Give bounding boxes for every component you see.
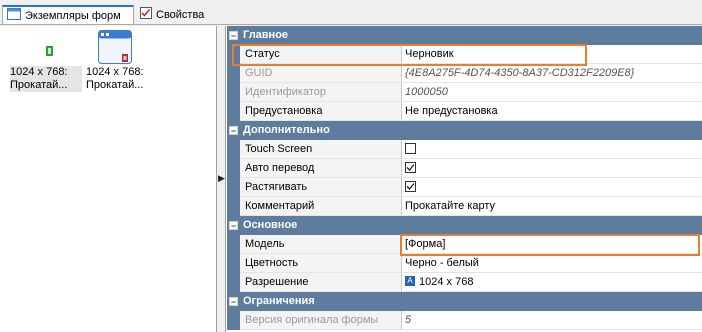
prop-name: Предустановка xyxy=(240,102,402,121)
form-instances-panel: 1024 x 768: Прокатай... 1024 x 768: Прок… xyxy=(0,26,217,332)
prop-id[interactable]: Идентификатор 1000050 xyxy=(227,83,702,102)
collapse-icon[interactable]: − xyxy=(229,221,238,231)
small-form-icon xyxy=(46,46,53,59)
prop-resolution[interactable]: Разрешение A 1024 x 768 xyxy=(227,273,702,292)
prop-guid[interactable]: GUID {4E8A275F-4D74-4350-8A37-CD312F2209… xyxy=(227,64,702,83)
prop-value: 5 xyxy=(403,311,702,330)
prop-original-version[interactable]: Версия оригинала формы 5 xyxy=(227,311,702,330)
category-label: Главное xyxy=(243,29,289,41)
prop-comment[interactable]: Комментарий Прокатайте карту xyxy=(227,197,702,216)
prop-value: 1000050 xyxy=(403,83,702,102)
prop-value[interactable]: Черно - белый xyxy=(403,254,702,273)
stretch-checkbox[interactable] xyxy=(405,180,416,192)
prop-name: Статус xyxy=(240,45,402,64)
instance-label-line1: 1024 x 768: xyxy=(10,66,82,79)
prop-preset[interactable]: Предустановка Не предустановка xyxy=(227,102,702,121)
prop-color[interactable]: Цветность Черно - белый xyxy=(227,254,702,273)
panel-splitter[interactable]: ▶ xyxy=(217,26,226,332)
prop-value: {4E8A275F-4D74-4350-8A37-CD312F2209E8} xyxy=(403,64,702,83)
prop-name: Цветность xyxy=(240,254,402,273)
instance-item[interactable]: 1024 x 768: Прокатай... xyxy=(86,30,158,92)
instance-label-line2: Прокатай... xyxy=(10,79,82,92)
tab-form-instances[interactable]: Экземпляры форм xyxy=(2,5,134,24)
collapse-icon[interactable]: − xyxy=(229,297,238,307)
prop-name: Растягивать xyxy=(240,178,402,197)
prop-name: GUID xyxy=(240,64,402,83)
prop-value[interactable]: Прокатайте карту xyxy=(403,197,702,216)
tab-bar: Экземпляры форм Свойства xyxy=(0,0,702,26)
prop-value[interactable]: [Форма] xyxy=(403,235,702,254)
instance-label-line1: 1024 x 768: xyxy=(86,66,144,78)
category-label: Ограничения xyxy=(243,295,315,307)
property-grid: − Главное Статус Черновик GUID {4E8A275F… xyxy=(227,26,702,332)
tab-label: Экземпляры форм xyxy=(25,9,121,22)
collapse-icon[interactable]: − xyxy=(229,126,238,136)
prop-touch-screen[interactable]: Touch Screen xyxy=(227,140,702,159)
auto-translate-checkbox[interactable] xyxy=(405,161,416,173)
prop-name: Модель xyxy=(240,235,402,254)
resolution-icon: A xyxy=(405,276,415,287)
tab-divider xyxy=(0,24,702,25)
instance-item[interactable]: 1024 x 768: Прокатай... xyxy=(10,46,82,92)
tab-properties[interactable]: Свойства xyxy=(136,5,216,24)
prop-auto-translate[interactable]: Авто перевод xyxy=(227,159,702,178)
prop-name: Комментарий xyxy=(240,197,402,216)
category-basic[interactable]: − Основное xyxy=(227,216,702,235)
properties-icon xyxy=(140,7,152,22)
expand-arrow-icon[interactable]: ▶ xyxy=(218,171,225,185)
prop-name: Версия оригинала формы xyxy=(240,311,402,330)
prop-name: Авто перевод xyxy=(240,159,402,178)
category-label: Основное xyxy=(243,219,298,231)
prop-status[interactable]: Статус Черновик xyxy=(227,45,702,64)
category-main[interactable]: − Главное xyxy=(227,26,702,45)
prop-model[interactable]: Модель [Форма] xyxy=(227,235,702,254)
tab-label: Свойства xyxy=(156,8,205,21)
collapse-icon[interactable]: − xyxy=(229,31,238,41)
prop-name: Touch Screen xyxy=(240,140,402,159)
touch-screen-checkbox[interactable] xyxy=(405,142,416,154)
window-icon xyxy=(7,8,21,23)
prop-value: 1024 x 768 xyxy=(419,276,474,288)
prop-name: Идентификатор xyxy=(240,83,402,102)
category-label: Дополнительно xyxy=(243,124,330,136)
prop-stretch[interactable]: Растягивать xyxy=(227,178,702,197)
prop-value[interactable]: Не предустановка xyxy=(403,102,702,121)
instance-label-line2: Прокатай... xyxy=(86,79,144,91)
prop-value[interactable]: Черновик xyxy=(403,45,702,64)
category-limits[interactable]: − Ограничения xyxy=(227,292,702,311)
category-additional[interactable]: − Дополнительно xyxy=(227,121,702,140)
prop-name: Разрешение xyxy=(240,273,402,292)
